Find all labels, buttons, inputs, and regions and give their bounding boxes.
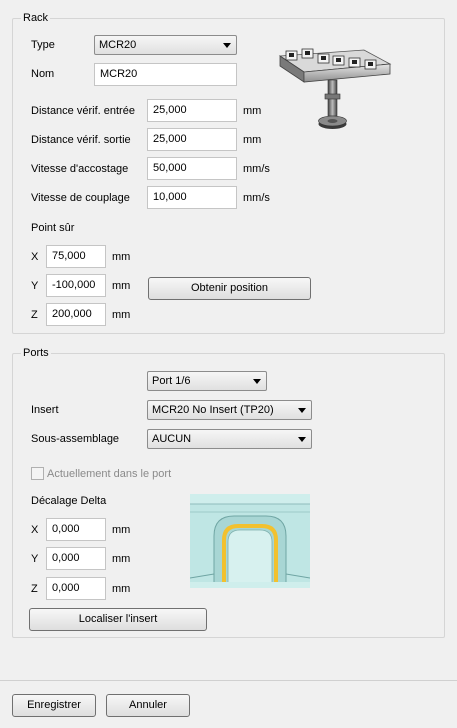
dock-speed-unit: mm/s [243,163,270,175]
get-position-button[interactable]: Obtenir position [148,277,311,300]
delta-x-label: X [31,524,39,536]
insert-combo[interactable]: MCR20 No Insert (TP20) [147,400,312,420]
chevron-down-icon [223,43,231,48]
type-combo-value: MCR20 [99,39,137,51]
locate-insert-button[interactable]: Localiser l'insert [29,608,207,631]
safe-z-field[interactable]: 200,000 [46,303,106,326]
safe-y-label: Y [31,280,39,292]
safe-z-unit: mm [112,309,131,321]
entry-distance-unit: mm [243,105,262,117]
safe-y-field[interactable]: -100,000 [46,274,106,297]
insert-combo-value: MCR20 No Insert (TP20) [152,404,274,416]
in-port-label: Actuellement dans le port [47,468,172,480]
dock-speed-field[interactable]: 50,000 [147,157,237,180]
exit-distance-label: Distance vérif. sortie [31,134,131,146]
save-button[interactable]: Enregistrer [12,694,96,717]
safe-x-field[interactable]: 75,000 [46,245,106,268]
entry-distance-field[interactable]: 25,000 [147,99,237,122]
safe-point-label: Point sûr [31,222,75,234]
chevron-down-icon [298,408,306,413]
port-combo-value: Port 1/6 [152,375,191,387]
exit-distance-unit: mm [243,134,262,146]
safe-x-unit: mm [112,251,131,263]
delta-offset-label: Décalage Delta [31,495,107,507]
in-port-checkbox[interactable] [31,467,44,480]
subassembly-combo-value: AUCUN [152,433,192,445]
subassembly-combo[interactable]: AUCUN [147,429,312,449]
couple-speed-field[interactable]: 10,000 [147,186,237,209]
safe-z-label: Z [31,309,38,321]
port-combo[interactable]: Port 1/6 [147,371,267,391]
name-field[interactable]: MCR20 [94,63,237,86]
delta-y-label: Y [31,553,39,565]
dock-speed-label: Vitesse d'accostage [31,163,129,175]
delta-y-field[interactable]: 0,000 [46,547,106,570]
ports-group-title: Ports [21,347,51,359]
safe-y-unit: mm [112,280,131,292]
couple-speed-label: Vitesse de couplage [31,192,130,204]
cancel-button[interactable]: Annuler [106,694,190,717]
chevron-down-icon [253,379,261,384]
type-label: Type [31,39,55,51]
delta-z-unit: mm [112,583,131,595]
couple-speed-unit: mm/s [243,192,270,204]
exit-distance-field[interactable]: 25,000 [147,128,237,151]
safe-x-label: X [31,251,39,263]
footer-divider [0,680,457,681]
chevron-down-icon [298,437,306,442]
delta-x-field[interactable]: 0,000 [46,518,106,541]
rack-image-icon [276,44,392,132]
delta-y-unit: mm [112,553,131,565]
delta-z-label: Z [31,583,38,595]
delta-z-field[interactable]: 0,000 [46,577,106,600]
entry-distance-label: Distance vérif. entrée [31,105,135,117]
insert-image-icon [189,494,311,588]
rack-group-title: Rack [21,12,51,24]
type-combo[interactable]: MCR20 [94,35,237,55]
subassembly-label: Sous-assemblage [31,433,120,445]
insert-label: Insert [31,404,59,416]
name-label: Nom [31,68,55,80]
delta-x-unit: mm [112,524,131,536]
